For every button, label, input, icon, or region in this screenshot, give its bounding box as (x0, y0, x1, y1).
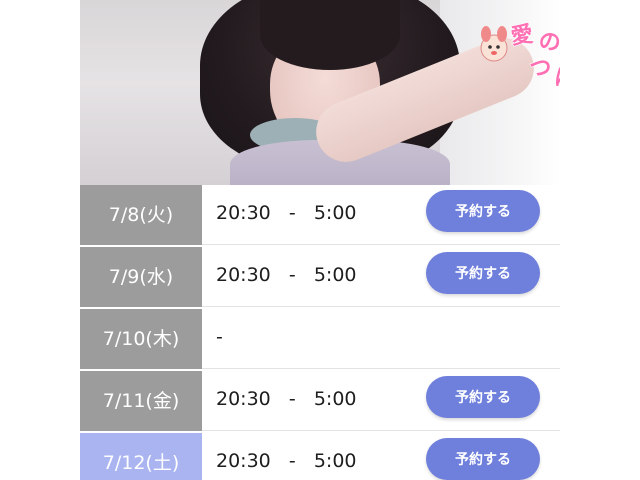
reserve-button[interactable]: 予約する (426, 252, 540, 294)
mascot-left-icon (480, 26, 508, 62)
schedule-date: 7/8(火) (80, 185, 202, 245)
schedule-row: 7/8(火) 20:30 - 5:00 予約する (80, 185, 560, 245)
svg-text:の: の (537, 29, 560, 56)
svg-text:ぼ: ぼ (553, 65, 560, 93)
shop-logo: 愛 の つ ぼ み (472, 14, 560, 109)
reserve-button[interactable]: 予約する (426, 438, 540, 480)
schedule-time: 20:30 - 5:00 (216, 202, 357, 224)
schedule-time: 20:30 - 5:00 (216, 264, 357, 286)
reserve-button[interactable]: 予約する (426, 376, 540, 418)
schedule-date: 7/11(金) (80, 371, 202, 431)
shop-logo-graphic: 愛 の つ ぼ み (480, 21, 560, 94)
schedule-time: 20:30 - 5:00 (216, 388, 357, 410)
schedule-row: 7/10(木) - (80, 309, 560, 369)
profile-photo: 愛 の つ ぼ み (80, 0, 560, 185)
schedule-table: 7/8(火) 20:30 - 5:00 予約する 7/9(水) 20:30 - 5:00… (80, 185, 560, 480)
schedule-time: - (216, 326, 223, 348)
schedule-date: 7/10(木) (80, 309, 202, 369)
schedule-page: 愛 の つ ぼ み 7/8(火) 20:30 - 5:00 予約する 7/9(水) 20… (0, 0, 640, 480)
schedule-row: 7/12(土) 20:30 - 5:00 予約する (80, 433, 560, 480)
svg-text:つ: つ (529, 56, 553, 82)
reserve-button[interactable]: 予約する (426, 190, 540, 232)
schedule-date: 7/12(土) (80, 433, 202, 480)
svg-text:愛: 愛 (509, 21, 534, 50)
schedule-time: 20:30 - 5:00 (216, 450, 357, 472)
schedule-row: 7/9(水) 20:30 - 5:00 予約する (80, 247, 560, 307)
schedule-date: 7/9(水) (80, 247, 202, 307)
schedule-row: 7/11(金) 20:30 - 5:00 予約する (80, 371, 560, 431)
